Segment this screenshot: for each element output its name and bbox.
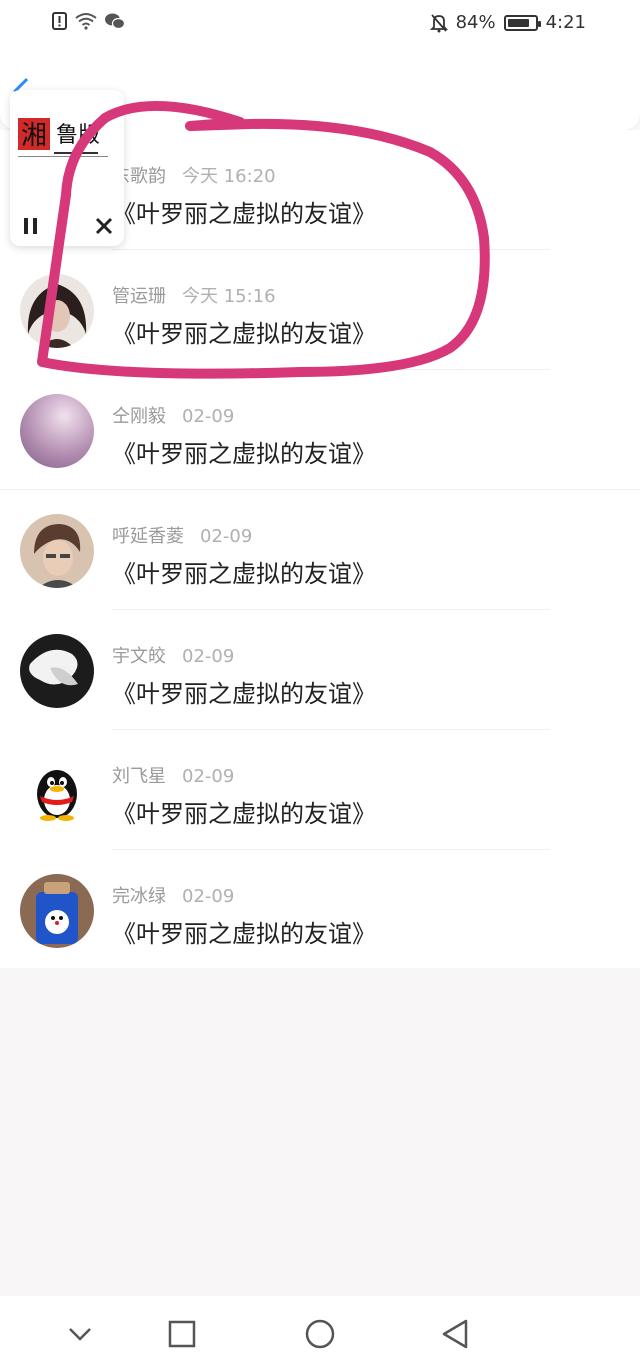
message-text: 《叶罗丽之虚拟的友谊》 [112,920,376,948]
avatar[interactable] [20,874,94,948]
list-item[interactable]: 仝刚毅 02-09 《叶罗丽之虚拟的友谊》 [0,370,640,490]
message-text: 《叶罗丽之虚拟的友谊》 [112,800,376,828]
recent-apps-icon[interactable] [162,1314,202,1354]
message-text: 《叶罗丽之虚拟的友谊》 [112,440,376,468]
message-date: 02-09 [182,406,235,427]
avatar[interactable] [20,754,94,828]
list-item[interactable]: 管运珊 今天 15:16 《叶罗丽之虚拟的友谊》 [0,250,640,370]
list-item[interactable]: 刘飞星 02-09 《叶罗丽之虚拟的友谊》 [0,730,640,850]
message-text: 《叶罗丽之虚拟的友谊》 [112,320,376,348]
message-text: 《叶罗丽之虚拟的友谊》 [112,200,376,228]
sender-name: 刘飞星 [112,766,166,787]
mute-icon [429,13,448,32]
sender-name: 呼延香菱 [112,526,184,547]
logo-char: 湘 [21,121,47,151]
sender-name: 管运珊 [112,286,166,307]
message-date: 02-09 [182,766,235,787]
pause-icon[interactable] [24,218,40,234]
screen: 84% 4:21 东歌韵 今天 16:20 《叶罗丽之虚拟的友谊》 管运珊 今天… [0,0,640,1371]
message-date: 02-09 [182,646,235,667]
message-list: 东歌韵 今天 16:20 《叶罗丽之虚拟的友谊》 管运珊 今天 15:16 《叶罗丽… [0,130,640,968]
list-item[interactable]: 宇文皎 02-09 《叶罗丽之虚拟的友谊》 [0,610,640,730]
navigation-bar [0,1296,640,1371]
home-icon[interactable] [300,1314,340,1354]
message-date: 今天 15:16 [182,286,276,307]
back-icon[interactable] [436,1314,476,1354]
floating-player[interactable]: 湘 鲁版 [10,90,124,246]
avatar[interactable] [20,634,94,708]
logo-title: 鲁版 [56,123,100,148]
battery-icon [503,14,541,31]
message-text: 《叶罗丽之虚拟的友谊》 [112,680,376,708]
wifi-icon [75,13,97,30]
avatar[interactable] [20,394,94,468]
logo: 湘 鲁版 [18,118,108,157]
message-date: 02-09 [182,886,235,907]
list-item[interactable]: 完冰绿 02-09 《叶罗丽之虚拟的友谊》 [0,850,640,970]
battery-percent: 84% [455,12,496,33]
collapse-icon[interactable] [60,1314,100,1354]
status-bar: 84% 4:21 [0,0,640,48]
sender-name: 宇文皎 [112,646,166,667]
penguin-icon [37,770,77,821]
avatar[interactable] [20,274,94,348]
sender-name: 完冰绿 [112,886,166,907]
alert-icon [52,12,67,30]
list-item[interactable]: 呼延香菱 02-09 《叶罗丽之虚拟的友谊》 [0,490,640,610]
clock: 4:21 [545,12,586,33]
avatar[interactable] [20,514,94,588]
close-icon[interactable] [94,216,114,236]
message-text: 《叶罗丽之虚拟的友谊》 [112,560,376,588]
sender-name: 仝刚毅 [112,406,166,427]
message-date: 02-09 [200,526,253,547]
message-date: 今天 16:20 [182,166,276,187]
wechat-icon [105,13,126,30]
battery-level [507,18,530,27]
